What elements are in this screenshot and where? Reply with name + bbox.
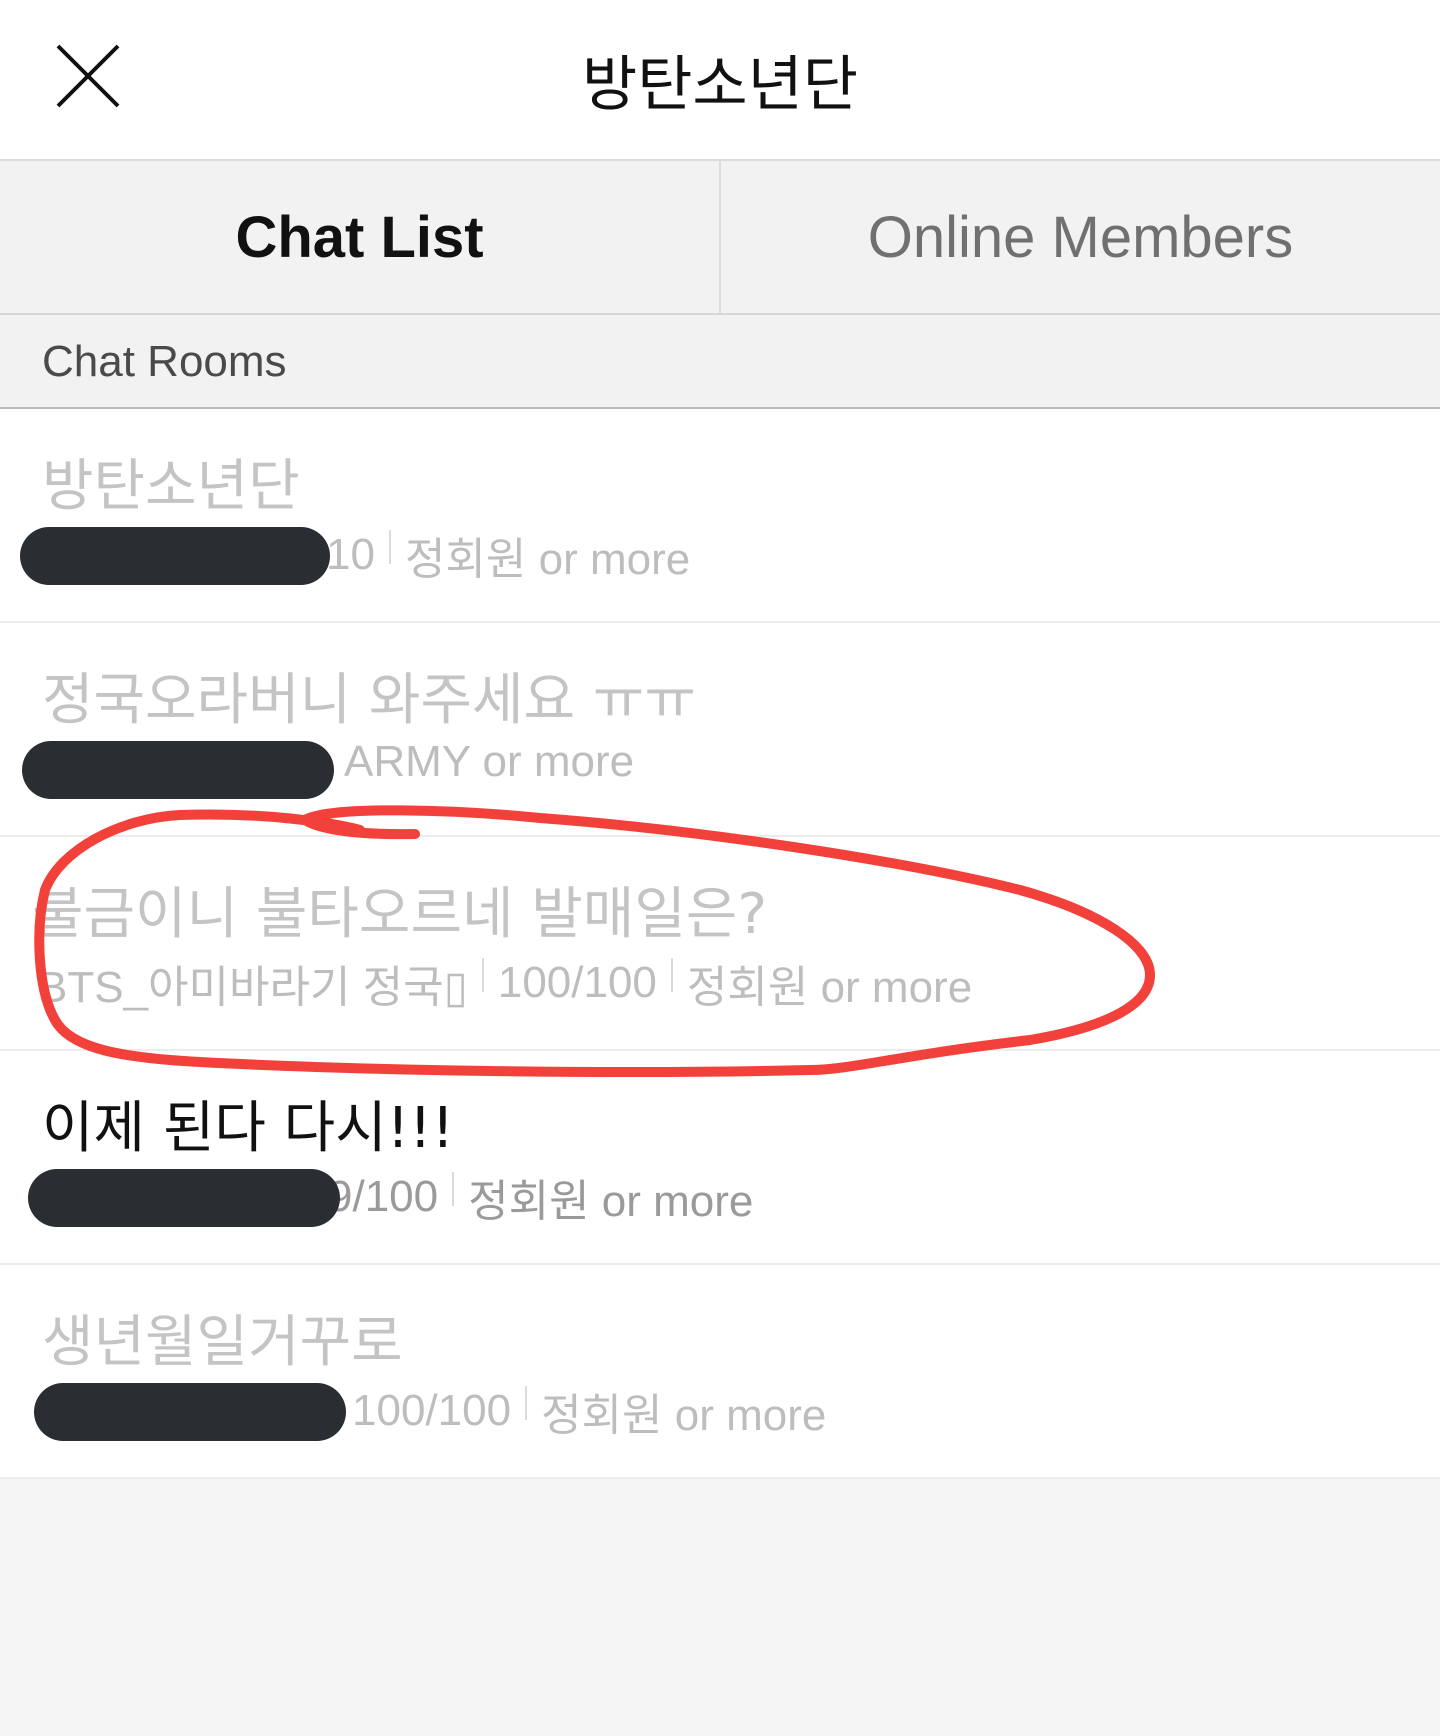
room-name: 정국오라버니 와주세요 ㅠㅠ <box>42 668 696 733</box>
chat-room-item[interactable]: 불금이니 불타오르네 발매일은? BTS_아미바라기 정국▯ 100/100 정… <box>0 837 1440 1051</box>
divider <box>452 1172 455 1206</box>
redaction-mark <box>34 1383 346 1441</box>
room-name: 이제 된다 다시!!! <box>42 1096 455 1161</box>
chat-room-item[interactable]: 이제 된다 다시!!! 9/100 정회원 or more <box>0 1051 1440 1265</box>
room-requirement: 정회원 or more <box>686 963 973 1012</box>
redaction-mark <box>20 527 330 585</box>
section-header: Chat Rooms <box>0 315 1440 409</box>
redaction-mark <box>22 741 334 799</box>
tab-chat-list[interactable]: Chat List <box>0 161 719 313</box>
room-meta: 9/100 정회원 or more <box>328 1165 753 1229</box>
room-requirement: 정회원 or more <box>541 1391 827 1440</box>
room-requirement: 정회원 or more <box>468 1177 754 1226</box>
room-owner: BTS_아미바라기 정국▯ <box>38 963 468 1012</box>
divider <box>670 958 673 992</box>
header-bar: 방탄소년단 <box>0 0 1440 159</box>
redaction-mark <box>28 1169 340 1227</box>
room-meta: ARMY or more <box>344 737 634 787</box>
room-count: 100/100 <box>497 958 657 1007</box>
room-requirement: 정회원 or more <box>404 535 691 584</box>
section-label: Chat Rooms <box>42 337 287 386</box>
chat-room-item[interactable]: 방탄소년단 10 정회원 or more <box>0 409 1440 623</box>
divider <box>525 1386 528 1420</box>
room-count: 9/100 <box>328 1172 439 1221</box>
page-title: 방탄소년단 <box>582 50 858 120</box>
room-meta: 10 정회원 or more <box>326 523 690 587</box>
room-meta: 100/100 정회원 or more <box>352 1379 826 1443</box>
divider <box>388 530 391 564</box>
tab-online-members[interactable]: Online Members <box>719 161 1440 313</box>
tab-bar: Chat List Online Members <box>0 159 1440 315</box>
chat-room-item[interactable]: 생년월일거꾸로 100/100 정회원 or more <box>0 1265 1440 1479</box>
room-name: 생년월일거꾸로 <box>42 1310 403 1375</box>
room-name: 불금이니 불타오르네 발매일은? <box>32 882 768 947</box>
room-meta: BTS_아미바라기 정국▯ 100/100 정회원 or more <box>38 951 972 1015</box>
room-name: 방탄소년단 <box>42 454 300 519</box>
room-count: 10 <box>326 530 375 579</box>
divider <box>481 958 484 992</box>
chat-room-item[interactable]: 정국오라버니 와주세요 ㅠㅠ ARMY or more <box>0 623 1440 837</box>
room-count: 100/100 <box>352 1386 512 1435</box>
room-requirement: ARMY or more <box>344 737 635 786</box>
